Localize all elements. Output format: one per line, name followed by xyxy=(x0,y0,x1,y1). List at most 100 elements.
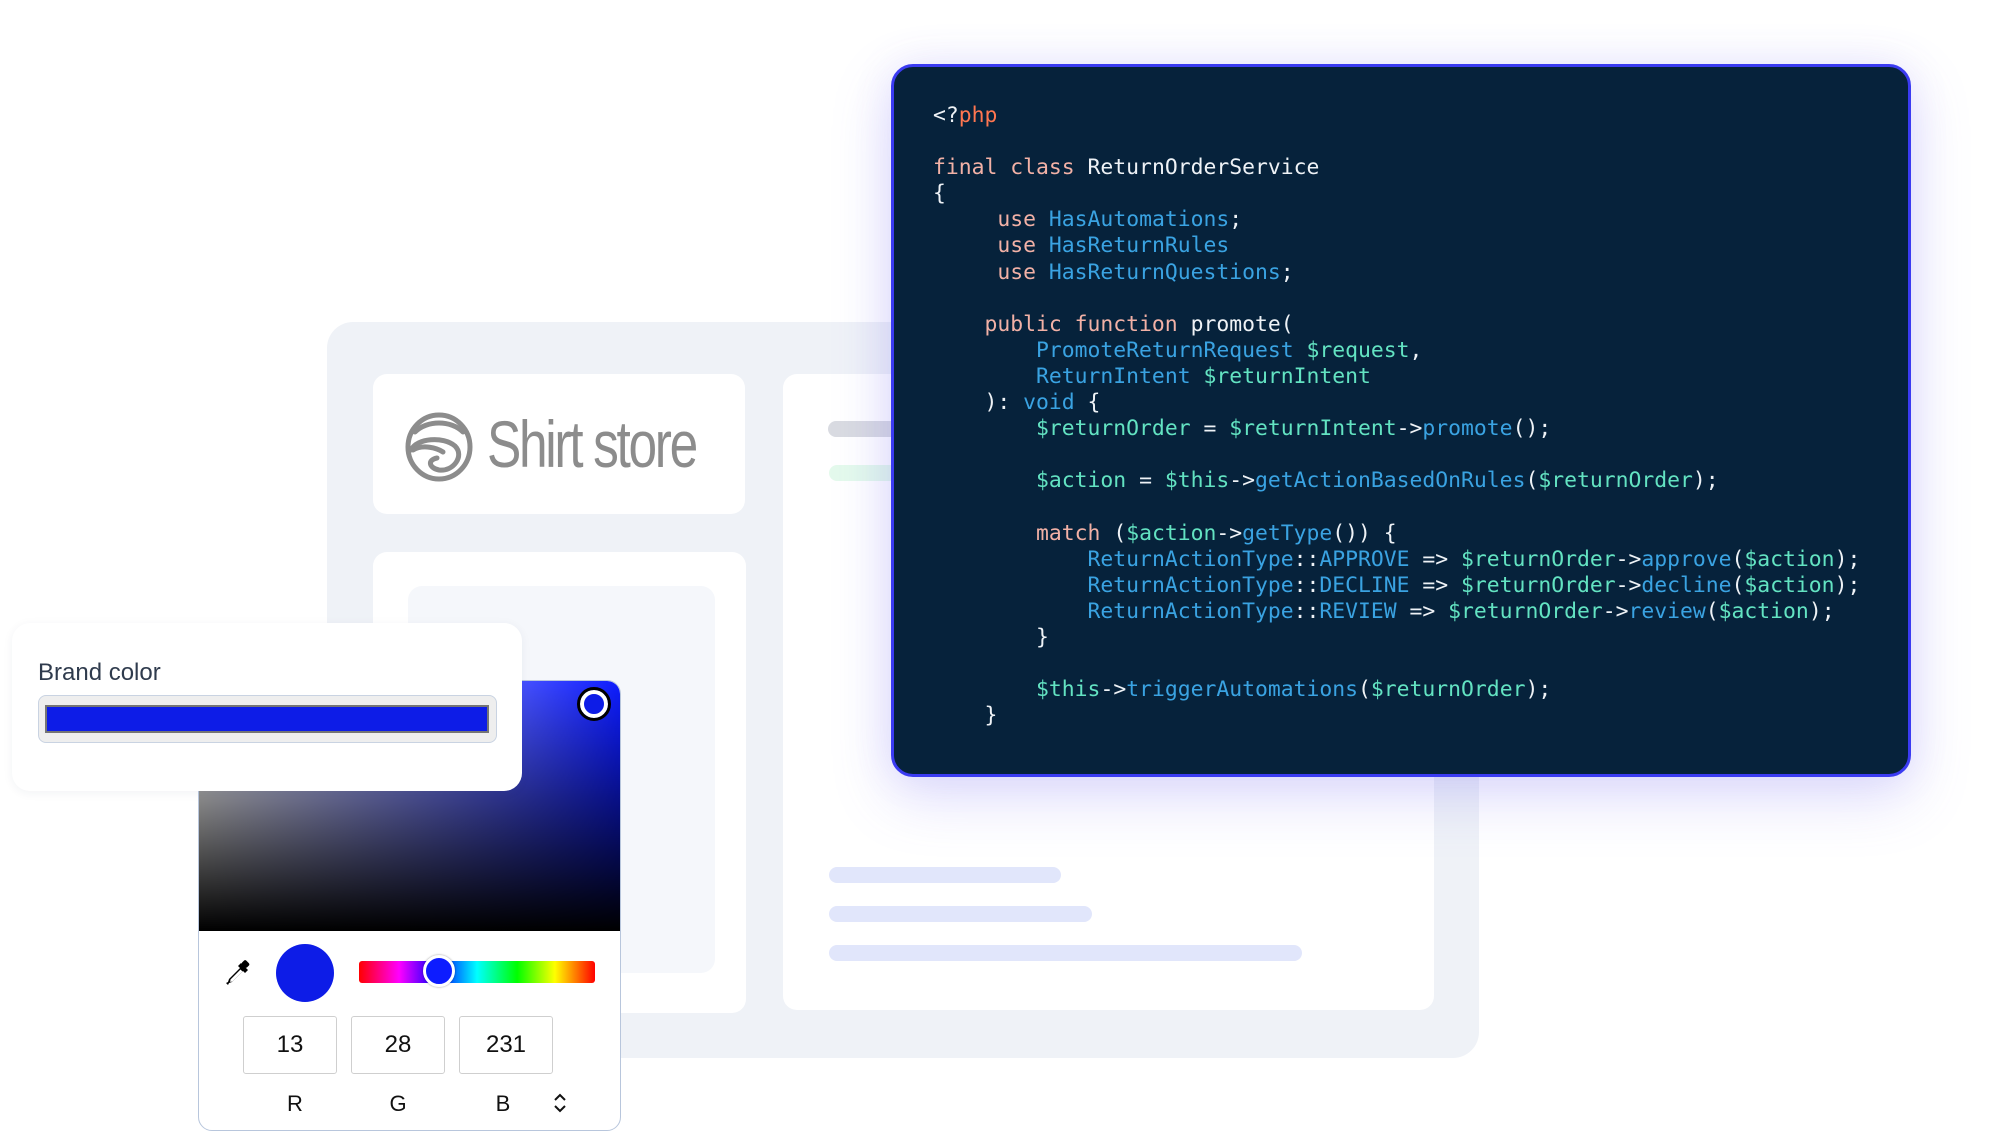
code-token-plain: ); xyxy=(1692,468,1719,494)
code-line: ReturnActionType::REVIEW => $returnOrder… xyxy=(933,599,1835,624)
code-token-plain: ); xyxy=(1525,677,1552,703)
code-token-type: DECLINE xyxy=(1319,572,1410,598)
code-line: use HasAutomations; xyxy=(933,207,1242,232)
code-token-var: $returnIntent xyxy=(1229,416,1397,442)
hue-slider[interactable] xyxy=(359,955,595,987)
blue-value: 231 xyxy=(485,1031,527,1058)
placeholder-line xyxy=(829,945,1302,961)
code-token-var: $action xyxy=(1744,546,1835,572)
code-token-var: $returnOrder xyxy=(1461,546,1616,572)
code-token-var: $returnOrder xyxy=(1036,416,1191,442)
code-line: PromoteReturnRequest $request, xyxy=(933,338,1422,363)
code-line: match ($action->getType()) { xyxy=(933,521,1397,546)
code-token-fn: review xyxy=(1628,598,1706,624)
code-token-plain: } xyxy=(933,624,1049,650)
code-token-var: $returnIntent xyxy=(1203,363,1371,389)
current-color-swatch xyxy=(276,944,334,1002)
code-token-var: $request xyxy=(1306,337,1410,363)
code-token-plain: -> xyxy=(1615,546,1642,572)
brand-color-label: Brand color xyxy=(38,659,161,686)
code-token-plain: -> xyxy=(1396,416,1423,442)
code-token-var: $this xyxy=(1036,677,1101,703)
code-token-var: $this xyxy=(1164,468,1230,494)
code-line: $returnOrder = $returnIntent->promote(); xyxy=(933,416,1551,441)
code-token-kw: use xyxy=(997,207,1049,233)
code-token-type: void xyxy=(1023,390,1075,416)
code-token-plain: { xyxy=(1074,390,1101,416)
placeholder-line xyxy=(829,906,1092,922)
code-token-plain: promote( xyxy=(1190,311,1294,337)
eyedropper-icon[interactable] xyxy=(223,959,253,989)
code-line: $action = $this->getActionBasedOnRules($… xyxy=(933,468,1719,493)
code-token-plain: ): xyxy=(933,390,1024,416)
store-name: Shirt store xyxy=(487,407,698,481)
up-down-chevron-icon[interactable] xyxy=(551,1091,569,1115)
red-label: R xyxy=(287,1091,303,1116)
code-token-var: $action xyxy=(1744,572,1835,598)
code-token-plain: ( xyxy=(1705,598,1719,624)
code-token-plain: -> xyxy=(1229,468,1255,494)
code-token-plain: = xyxy=(1190,416,1230,442)
code-token-var: $returnOrder xyxy=(1538,468,1693,494)
red-input[interactable]: 13 xyxy=(243,1016,337,1074)
code-token-plain: ; xyxy=(1229,207,1243,233)
code-token-plain: ( xyxy=(1113,520,1127,546)
code-token-kw: use xyxy=(997,233,1049,259)
code-token-plain: ( xyxy=(1525,468,1539,494)
code-token-kw: public function xyxy=(984,311,1191,337)
hue-slider-thumb[interactable] xyxy=(423,955,456,987)
code-token-plain: { xyxy=(933,181,946,207)
code-token-var: $returnOrder xyxy=(1370,677,1526,703)
green-value: 28 xyxy=(384,1031,412,1058)
code-token-fn: approve xyxy=(1641,546,1732,572)
code-token-plain: ); xyxy=(1834,546,1861,572)
code-line: ReturnIntent $returnIntent xyxy=(933,364,1371,389)
code-line: $this->triggerAutomations($returnOrder); xyxy=(933,677,1551,702)
code-token-plain: ); xyxy=(1834,572,1861,598)
blue-input[interactable]: 231 xyxy=(459,1016,553,1074)
code-token-plain: = xyxy=(1126,468,1165,494)
code-token-plain: -> xyxy=(1216,520,1243,546)
code-token-var: $action xyxy=(1126,520,1217,546)
code-token-type: PromoteReturnRequest xyxy=(1036,337,1307,363)
code-token-plain: ( xyxy=(1358,677,1371,703)
code-token-plain: :: xyxy=(1293,546,1320,572)
code-line: <?php xyxy=(933,103,997,128)
green-label: G xyxy=(389,1091,407,1116)
code-token-var: $returnOrder xyxy=(1461,572,1616,598)
code-token-plain: , xyxy=(1409,337,1423,363)
code-token-fn: getType xyxy=(1242,520,1333,546)
saturation-value-handle[interactable] xyxy=(577,687,611,721)
code-token-plain: => xyxy=(1396,598,1449,624)
code-token-plain: -> xyxy=(1615,572,1642,598)
code-line: ReturnActionType::APPROVE => $returnOrde… xyxy=(933,546,1861,572)
code-token-plain: ()) { xyxy=(1332,520,1397,546)
store-logo-card: Shirt store xyxy=(373,374,745,514)
code-token-plain: ReturnOrderService xyxy=(1087,155,1320,181)
code-token-plain: ( xyxy=(1731,546,1745,572)
red-value: 13 xyxy=(276,1031,304,1058)
code-line: { xyxy=(933,181,946,206)
brand-color-swatch xyxy=(45,705,489,733)
code-token-type: ReturnActionType xyxy=(1087,546,1294,572)
code-token-plain: => xyxy=(1409,572,1462,598)
code-line: } xyxy=(933,703,998,728)
php-code-block: <?php final class ReturnOrderService { u… xyxy=(933,103,1860,729)
code-token-type: REVIEW xyxy=(1319,598,1397,624)
code-token-type: APPROVE xyxy=(1319,546,1410,572)
code-token-plain: -> xyxy=(1602,598,1629,624)
brand-color-input[interactable] xyxy=(38,695,497,743)
green-input[interactable]: 28 xyxy=(351,1016,445,1074)
